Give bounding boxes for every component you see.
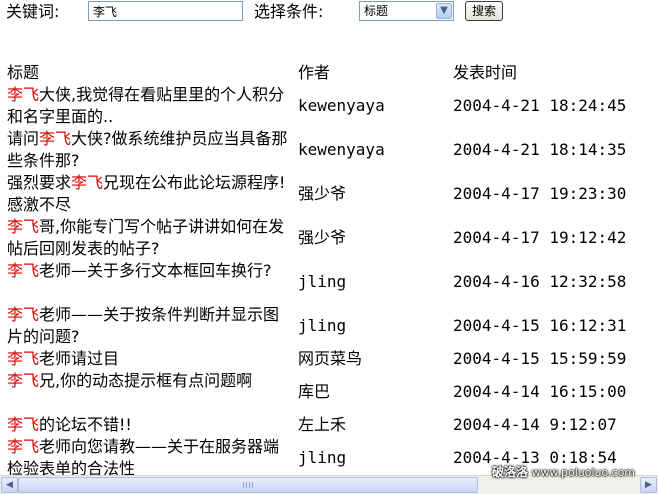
arrow-right-icon[interactable]: ▶ [640, 477, 657, 493]
column-header-author: 作者 [298, 63, 331, 82]
post-date: 2004-4-21 18:14:35 [453, 140, 627, 159]
watermark: 破洛洛 www.poluoluo.com [492, 465, 635, 479]
post-author: 左上禾 [298, 415, 347, 434]
scrollbar-thumb[interactable] [18, 477, 478, 493]
post-author: 库巴 [298, 382, 331, 401]
post-date: 2004-4-17 19:23:30 [453, 184, 627, 203]
post-title-link[interactable]: 李飞老师——关于按条件判断并显示图片的问题? [7, 304, 295, 348]
post-date: 2004-4-15 16:12:31 [453, 316, 627, 335]
post-author: jling [298, 448, 347, 467]
post-title-link[interactable]: 李飞老师向您请教——关于在服务器端检验表单的合法性 [7, 436, 295, 480]
post-title-text: 老师请过目 [39, 349, 120, 368]
keyword-highlight: 李飞 [39, 129, 72, 148]
keyword-highlight: 李飞 [7, 217, 40, 236]
post-title-link[interactable]: 李飞老师—关于多行文本框回车换行? [7, 260, 295, 282]
keyword-highlight: 李飞 [7, 371, 40, 390]
post-author: kewenyaya [298, 96, 385, 115]
post-title-link[interactable]: 李飞老师请过目 [7, 348, 295, 370]
post-title-link[interactable]: 强烈要求李飞兄现在公布此论坛源程序!感激不尽 [7, 172, 295, 216]
post-author: 网页菜鸟 [298, 349, 363, 368]
post-date: 2004-4-17 19:12:42 [453, 228, 627, 247]
post-title-link[interactable]: 请问李飞大侠?做系统维护员应当具备那些条件那? [7, 128, 295, 172]
keyword-highlight: 李飞 [7, 415, 40, 434]
post-title-link[interactable]: 李飞哥,你能专门写个帖子讲讲如何在发帖后回刚发表的帖子? [7, 216, 295, 260]
condition-select-value: 标题 [364, 4, 389, 18]
post-title-text: 兄,你的动态提示框有点问题啊 [39, 371, 253, 390]
post-date: 2004-4-14 9:12:07 [453, 415, 617, 434]
keyword-highlight: 李飞 [7, 261, 40, 280]
keyword-highlight: 李飞 [71, 173, 104, 192]
column-header-title: 标题 [7, 63, 40, 82]
post-author: kewenyaya [298, 140, 385, 159]
post-author: jling [298, 272, 347, 291]
keyword-highlight: 李飞 [7, 85, 40, 104]
watermark-text: 破洛洛 [492, 465, 529, 479]
post-title-text: 老师向您请教——关于在服务器端检验表单的合法性 [7, 437, 280, 478]
search-button[interactable]: 搜索 [465, 1, 503, 21]
post-title-text: 的论坛不错!! [39, 415, 132, 434]
keyword-highlight: 李飞 [7, 305, 40, 324]
post-date: 2004-4-15 15:59:59 [453, 349, 627, 368]
post-title-link[interactable]: 李飞的论坛不错!! [7, 414, 295, 436]
post-title-text: 老师——关于按条件判断并显示图片的问题? [7, 305, 280, 346]
post-title-text: 大侠,我觉得在看贴里里的个人积分和名字里面的.. [7, 85, 285, 126]
post-author: jling [298, 316, 347, 335]
condition-select[interactable]: 标题 ▼ [359, 1, 454, 21]
post-title-prefix: 强烈要求 [7, 173, 72, 192]
post-author: 强少爷 [298, 228, 347, 247]
post-date: 2004-4-16 12:32:58 [453, 272, 627, 291]
column-header-date: 发表时间 [453, 63, 518, 82]
search-toolbar: 关键词: 选择条件: 标题 ▼ 搜索 [0, 0, 658, 28]
keyword-label: 关键词: [6, 2, 60, 21]
keyword-input[interactable] [88, 1, 243, 21]
post-date: 2004-4-14 16:15:00 [453, 382, 627, 401]
post-title-prefix: 请问 [7, 129, 40, 148]
keyword-highlight: 李飞 [7, 437, 40, 456]
post-title-link[interactable]: 李飞大侠,我觉得在看贴里里的个人积分和名字里面的.. [7, 84, 295, 128]
post-title-text: 老师—关于多行文本框回车换行? [39, 261, 272, 280]
post-title-text: 哥,你能专门写个帖子讲讲如何在发帖后回刚发表的帖子? [7, 217, 285, 258]
post-date: 2004-4-21 18:24:45 [453, 96, 627, 115]
chevron-down-icon[interactable]: ▼ [436, 3, 452, 19]
condition-label: 选择条件: [254, 2, 324, 21]
post-author: 强少爷 [298, 184, 347, 203]
keyword-highlight: 李飞 [7, 349, 40, 368]
watermark-url: www.poluoluo.com [531, 466, 636, 479]
post-title-link[interactable]: 李飞兄,你的动态提示框有点问题啊 [7, 370, 295, 392]
arrow-left-icon[interactable]: ◀ [1, 477, 18, 493]
